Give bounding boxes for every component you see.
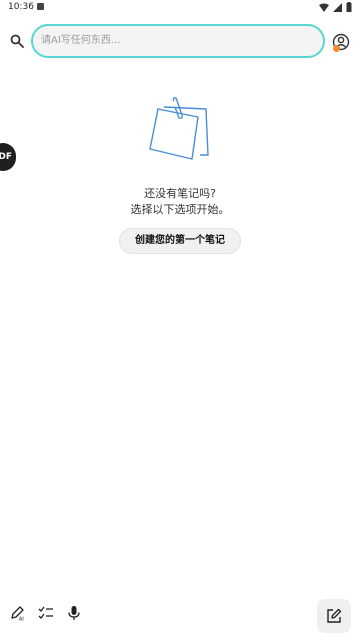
account-badge xyxy=(333,45,340,52)
signal-icon xyxy=(333,2,342,12)
status-time: 10:36 xyxy=(8,2,34,12)
microphone-icon[interactable] xyxy=(66,605,82,621)
battery-icon xyxy=(346,2,352,12)
wifi-icon xyxy=(319,3,329,12)
checklist-icon[interactable] xyxy=(38,605,54,621)
search-icon[interactable] xyxy=(10,34,24,48)
ai-pen-icon[interactable]: AI xyxy=(9,605,25,621)
status-icons xyxy=(319,2,352,12)
ai-search-input[interactable] xyxy=(39,34,303,47)
empty-state-subtitle: 选择以下选项开始。 xyxy=(130,203,230,216)
create-first-note-button[interactable]: 创建您的第一个笔记 xyxy=(119,228,241,254)
svg-text:AI: AI xyxy=(19,617,24,622)
empty-state-title: 还没有笔记吗? xyxy=(144,187,216,200)
compose-note-button[interactable] xyxy=(317,599,351,633)
status-bar: 10:36 xyxy=(0,0,360,14)
sticky-note-clip-icon xyxy=(149,97,209,160)
notification-icon xyxy=(37,3,44,10)
floating-side-chip[interactable]: DF xyxy=(0,143,16,171)
compose-icon xyxy=(327,608,342,623)
ai-search-field[interactable] xyxy=(31,24,325,58)
bottom-toolbar: AI xyxy=(0,590,360,640)
